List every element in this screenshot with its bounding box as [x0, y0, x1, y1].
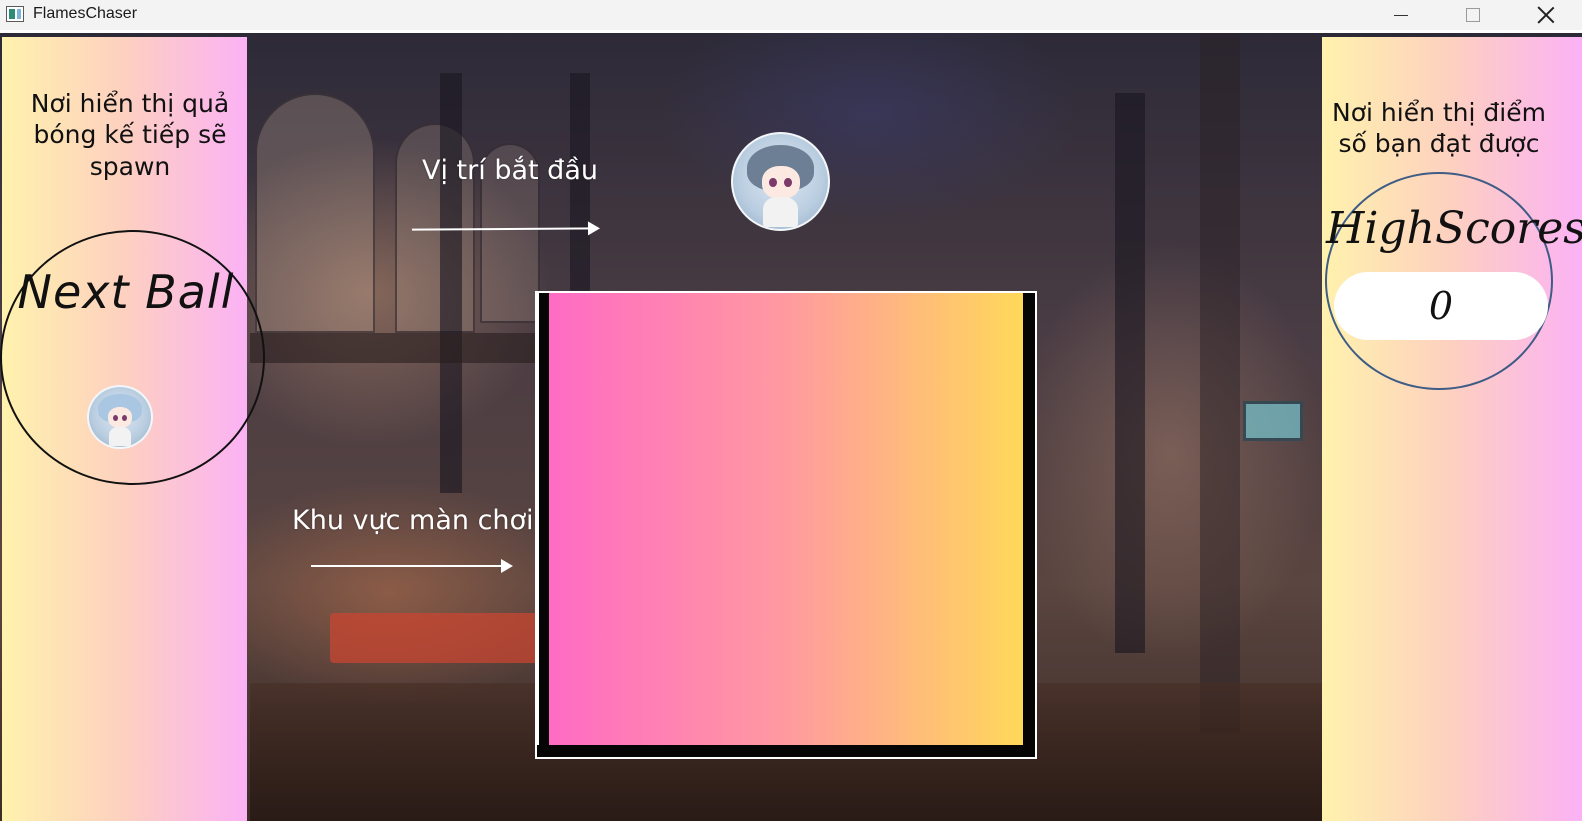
play-area-arrow [311, 559, 513, 573]
character-eye [784, 177, 792, 188]
highscore-caption: Nơi hiển thị điểm số bạn đạt được [1332, 98, 1546, 159]
background-pillar [440, 73, 462, 493]
next-ball-caption: Nơi hiển thị quả bóng kế tiếp sẽ spawn [30, 89, 230, 181]
play-area-label: Khu vực màn chơi [292, 505, 534, 536]
window-title-bar[interactable]: FlamesChaser [0, 0, 1582, 30]
character-body [763, 196, 798, 228]
background-counter [330, 613, 540, 663]
character-face [761, 166, 800, 199]
close-button[interactable] [1510, 0, 1582, 30]
next-ball-preview [87, 385, 153, 449]
maximize-icon [1466, 8, 1480, 22]
close-icon [1537, 6, 1555, 24]
current-ball[interactable] [731, 132, 830, 231]
maximize-button[interactable] [1437, 0, 1509, 30]
background-window-arch [255, 93, 375, 333]
app-window-icon [6, 6, 24, 22]
play-area-container[interactable] [537, 293, 1035, 757]
next-ball-label: Next Ball [17, 265, 235, 319]
character-body [108, 426, 132, 446]
background-screen [1243, 401, 1303, 441]
background-ledge [250, 333, 540, 363]
score-display: 0 [1334, 272, 1548, 340]
highscore-label: HighScores [1326, 203, 1582, 254]
start-position-label: Vị trí bắt đầu [422, 155, 598, 186]
background-pillar [1200, 33, 1240, 733]
minimize-icon [1394, 14, 1408, 16]
character-eye [112, 414, 118, 421]
minimize-button[interactable] [1365, 0, 1437, 30]
character-eye [769, 177, 777, 188]
background-pillar [1115, 93, 1145, 653]
window-title: FlamesChaser [33, 5, 138, 22]
character-face [107, 407, 133, 428]
